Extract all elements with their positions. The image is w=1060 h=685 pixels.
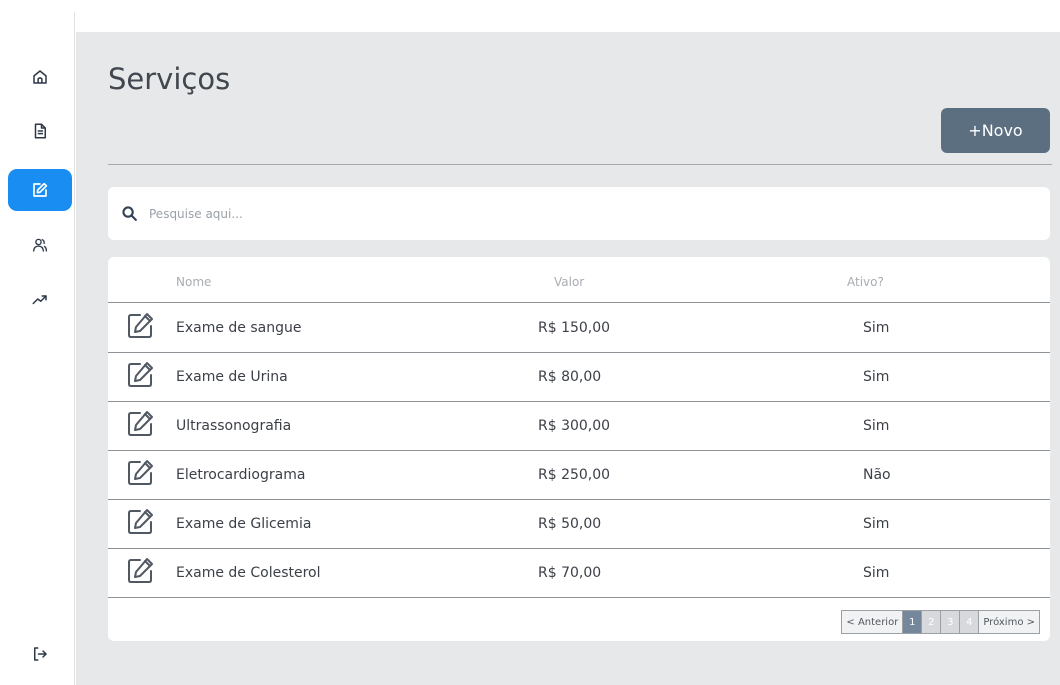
sidebar-item-documents[interactable] (8, 110, 72, 152)
cell-value: R$ 50,00 (538, 516, 602, 532)
edit-icon (33, 182, 48, 197)
table-row: Ultrassonografia R$ 300,00 Sim (108, 401, 1050, 451)
edit-icon[interactable] (125, 458, 155, 488)
cell-name: Exame de Urina (176, 369, 288, 385)
main-content: Serviços +Novo Nome Valor Ativo? Exame d… (76, 32, 1060, 685)
page-title: Serviços (108, 62, 231, 96)
cell-value: R$ 150,00 (538, 320, 611, 336)
edit-icon[interactable] (125, 311, 155, 341)
sidebar-item-services[interactable] (8, 169, 72, 211)
cell-name: Exame de Glicemia (176, 516, 312, 532)
edit-icon[interactable] (125, 409, 155, 439)
table-row: Exame de sangue R$ 150,00 Sim (108, 303, 1050, 353)
cell-name: Exame de sangue (176, 320, 302, 336)
table-row: Exame de Glicemia R$ 50,00 Sim (108, 499, 1050, 549)
cell-active: Sim (863, 516, 890, 532)
column-header-value: Valor (554, 275, 585, 289)
logout-button[interactable] (8, 633, 72, 675)
table-row: Eletrocardiograma R$ 250,00 Não (108, 450, 1050, 500)
pagination-page-1[interactable]: 1 (903, 611, 923, 633)
pagination-next-button[interactable]: Próximo > (979, 611, 1039, 633)
users-icon (32, 238, 48, 252)
table-header: Nome Valor Ativo? (108, 257, 1050, 303)
pagination-page-2[interactable]: 2 (922, 611, 942, 633)
edit-icon[interactable] (125, 556, 155, 586)
cell-name: Exame de Colesterol (176, 565, 321, 581)
header-divider (108, 164, 1052, 165)
document-icon (34, 123, 46, 139)
sidebar-item-users[interactable] (8, 224, 72, 266)
column-header-active: Ativo? (847, 275, 884, 289)
pagination: < Anterior 1 2 3 4 Próximo > (841, 610, 1040, 634)
edit-icon[interactable] (125, 507, 155, 537)
cell-value: R$ 300,00 (538, 418, 611, 434)
cell-active: Sim (863, 418, 890, 434)
column-header-name: Nome (176, 275, 212, 289)
logout-icon (34, 647, 47, 661)
sidebar-item-home[interactable] (8, 56, 72, 98)
cell-value: R$ 80,00 (538, 369, 602, 385)
cell-active: Sim (863, 369, 890, 385)
pagination-previous-button[interactable]: < Anterior (842, 611, 904, 633)
cell-value: R$ 250,00 (538, 467, 611, 483)
pagination-page-3[interactable]: 3 (941, 611, 961, 633)
cell-active: Não (863, 467, 891, 483)
cell-active: Sim (863, 320, 890, 336)
search-icon (122, 206, 137, 221)
home-icon (33, 70, 47, 84)
cell-active: Sim (863, 565, 890, 581)
new-service-button[interactable]: +Novo (941, 108, 1050, 153)
cell-value: R$ 70,00 (538, 565, 602, 581)
sidebar-item-reports[interactable] (8, 278, 72, 320)
sidebar-divider (74, 12, 75, 685)
search-input[interactable] (147, 205, 1011, 222)
trending-up-icon (32, 295, 47, 305)
cell-name: Eletrocardiograma (176, 467, 306, 483)
services-table: Nome Valor Ativo? Exame de sangue R$ 150… (108, 257, 1050, 641)
pagination-page-4[interactable]: 4 (960, 611, 980, 633)
edit-icon[interactable] (125, 360, 155, 390)
sidebar (0, 0, 76, 685)
search-bar (108, 187, 1050, 240)
cell-name: Ultrassonografia (176, 418, 292, 434)
table-row: Exame de Urina R$ 80,00 Sim (108, 352, 1050, 402)
table-row: Exame de Colesterol R$ 70,00 Sim (108, 548, 1050, 598)
